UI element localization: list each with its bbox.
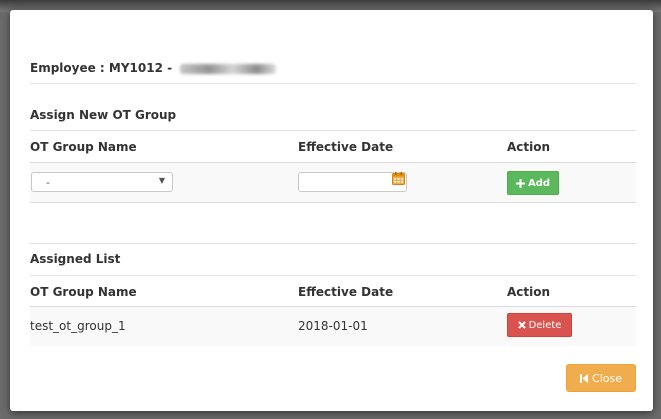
calendar-icon[interactable] <box>392 172 405 185</box>
add-button-label: Add <box>527 177 551 189</box>
divider <box>30 130 636 131</box>
effective-date-input[interactable] <box>298 172 407 192</box>
close-button[interactable]: Close <box>566 364 636 392</box>
ot-group-select-value: - <box>46 176 50 189</box>
column-header-effective-date: Effective Date <box>298 285 394 299</box>
delete-button-label: Delete <box>528 319 562 331</box>
column-header-group-name: OT Group Name <box>30 140 137 154</box>
delete-button[interactable]: Delete <box>507 313 572 337</box>
chevron-down-icon: ▼ <box>158 176 165 185</box>
employee-name-redacted <box>180 63 277 74</box>
column-header-action: Action <box>507 285 551 299</box>
plus-icon <box>515 178 525 188</box>
employee-title: Employee : MY1012 - <box>30 61 277 75</box>
column-header-action: Action <box>507 140 551 154</box>
assign-section-title: Assign New OT Group <box>30 108 177 122</box>
divider <box>30 83 636 84</box>
ot-group-select[interactable]: - ▼ <box>31 172 173 192</box>
step-backward-icon <box>580 373 589 383</box>
x-icon <box>517 321 526 329</box>
column-header-group-name: OT Group Name <box>30 285 137 299</box>
column-header-effective-date: Effective Date <box>298 140 394 154</box>
add-button[interactable]: Add <box>507 171 559 195</box>
row-group-name: test_ot_group_1 <box>30 319 126 333</box>
assigned-section-title: Assigned List <box>30 252 121 266</box>
divider <box>30 275 636 276</box>
close-button-label: Close <box>592 371 622 385</box>
divider <box>30 243 636 244</box>
row-effective-date: 2018-01-01 <box>298 319 368 333</box>
divider <box>30 202 636 203</box>
employee-label: Employee : MY1012 - <box>30 61 177 75</box>
